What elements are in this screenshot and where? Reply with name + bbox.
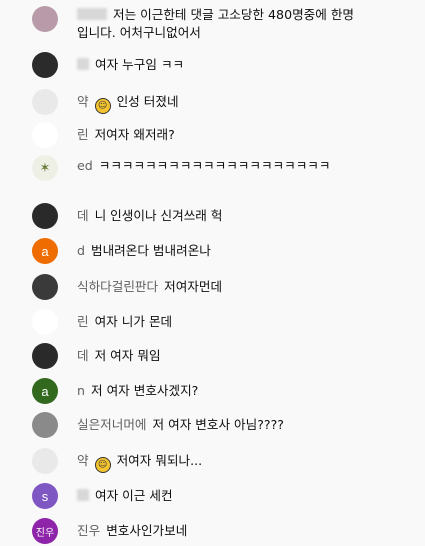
author-name[interactable]: n	[77, 383, 85, 398]
avatar[interactable]	[32, 52, 58, 78]
author-name[interactable]: d	[77, 243, 85, 258]
avatar[interactable]	[32, 274, 58, 300]
comment-text: 인성 터졌네	[116, 94, 179, 109]
avatar[interactable]: a	[32, 238, 58, 264]
comment-text: 저여자먼데	[164, 279, 223, 294]
comment-text: 여자 이근 세컨	[95, 488, 173, 503]
author-name[interactable]: 실은저너머에	[77, 417, 147, 432]
face-badge-icon: ☺	[94, 98, 111, 114]
author-name[interactable]: 린	[77, 127, 89, 142]
avatar[interactable]	[32, 6, 58, 32]
avatar[interactable]: s	[32, 483, 58, 509]
author-name[interactable]: 린	[77, 314, 89, 329]
avatar[interactable]: a	[32, 378, 58, 404]
author-name[interactable]: 데	[77, 208, 89, 223]
avatar[interactable]	[32, 309, 58, 335]
comment-list: 저는 이근한테 댓글 고소당한 480명중에 한명 입니다. 어처구니없어서 여…	[0, 0, 425, 546]
avatar[interactable]	[32, 122, 58, 148]
author-name[interactable]: 약	[77, 453, 89, 468]
comment-text: 저는 이근한테 댓글 고소당한 480명중에 한명	[113, 7, 355, 22]
comment-text: 범내려온다 범내려온나	[91, 243, 211, 258]
avatar[interactable]	[32, 448, 58, 474]
comment-text: 저 여자 뭐임	[94, 348, 161, 363]
comment-text: 니 인생이나 신겨쓰래 헉	[94, 208, 223, 223]
author-name[interactable]: ed	[77, 158, 93, 173]
author-name[interactable]	[77, 489, 89, 501]
comment-text: 저여자 왜저래?	[94, 127, 175, 142]
comment-text: 저 여자 변호사겠지?	[90, 383, 199, 398]
avatar[interactable]: ✶	[32, 155, 58, 181]
comment-text: 변호사인가보네	[106, 523, 188, 538]
avatar[interactable]	[32, 89, 58, 115]
comment-text: 여자 니가 몬데	[94, 314, 173, 329]
author-name[interactable]: 식하다걸린판다	[77, 279, 158, 294]
comment-text: 저 여자 변호사 아님????	[152, 417, 284, 432]
comment-text-continued: 입니다. 어처구니없어서	[77, 25, 201, 40]
author-name[interactable]: 약	[77, 94, 89, 109]
author-name[interactable]	[77, 58, 89, 70]
comment-text: 저여자 뭐되나...	[116, 453, 203, 468]
comment-text: ㅋㅋㅋㅋㅋㅋㅋㅋㅋㅋㅋㅋㅋㅋㅋㅋㅋㅋㅋㅋ	[98, 158, 331, 173]
avatar[interactable]: 진우	[32, 518, 58, 544]
face-badge-icon: ☺	[94, 457, 111, 473]
author-name[interactable]	[77, 8, 107, 20]
author-name[interactable]: 진우	[77, 523, 100, 538]
author-name[interactable]: 데	[77, 348, 89, 363]
avatar[interactable]	[32, 343, 58, 369]
avatar[interactable]	[32, 412, 58, 438]
comment-text: 여자 누구임 ㅋㅋ	[95, 57, 185, 72]
avatar[interactable]	[32, 203, 58, 229]
